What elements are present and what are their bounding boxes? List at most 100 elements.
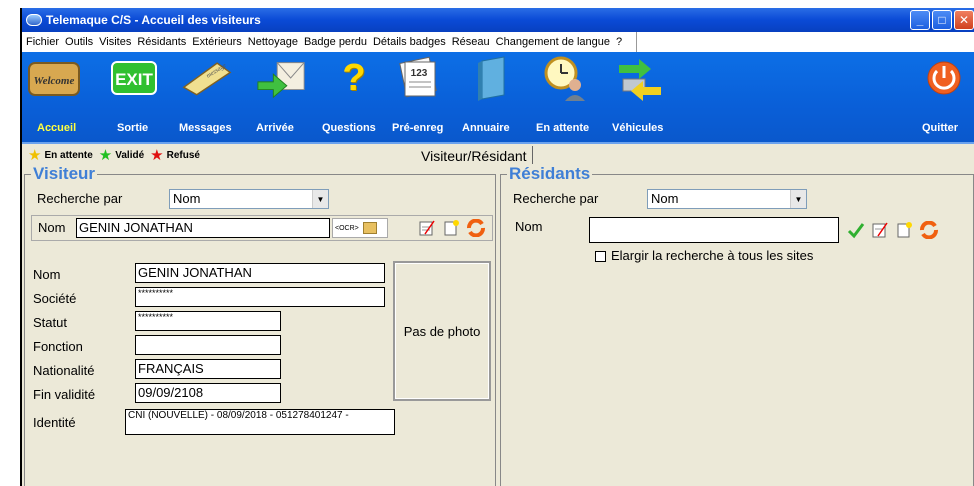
field-identite-input[interactable]: CNI (NOUVELLE) - 08/09/2018 - 0512784012… bbox=[125, 409, 395, 435]
window-title: Telemaque C/S - Accueil des visiteurs bbox=[46, 13, 261, 27]
legend-attente: En attente bbox=[44, 149, 93, 161]
validate-check-icon[interactable] bbox=[845, 219, 867, 241]
refresh-icon[interactable] bbox=[464, 218, 488, 238]
ocr-button[interactable]: <OCR> bbox=[332, 218, 388, 238]
welcome-text: Welcome bbox=[34, 75, 75, 87]
preenreg-label: Pré-enreg bbox=[392, 122, 444, 134]
minimize-button[interactable]: _ bbox=[910, 10, 930, 30]
field-fonction-input[interactable] bbox=[135, 335, 281, 355]
visiteur-recherche-select[interactable]: Nom ▼ bbox=[169, 189, 329, 209]
arrivee-button[interactable]: Arrivée bbox=[256, 54, 308, 134]
residants-nom-label: Nom bbox=[515, 219, 543, 234]
field-nom-input[interactable]: GENIN JONATHAN bbox=[135, 263, 385, 283]
vehicules-label: Véhicules bbox=[612, 122, 664, 134]
elargir-checkbox[interactable] bbox=[595, 251, 606, 262]
field-societe-label: Société bbox=[33, 291, 77, 306]
tab-visiteur-residant[interactable]: Visiteur/Résidant bbox=[416, 146, 533, 166]
field-nationalite-input[interactable]: FRANÇAIS bbox=[135, 359, 281, 379]
menu-item-8[interactable]: Réseau bbox=[452, 36, 490, 48]
arrivee-label: Arrivée bbox=[256, 122, 294, 134]
menu-item-4[interactable]: Extérieurs bbox=[192, 36, 242, 48]
visiteur-nom-input[interactable]: GENIN JONATHAN bbox=[76, 218, 330, 238]
elargir-label: Elargir la recherche à tous les sites bbox=[611, 248, 814, 263]
enattente-button[interactable]: En attente bbox=[536, 54, 590, 134]
new-document-icon[interactable] bbox=[440, 218, 462, 238]
menu-item-10[interactable]: ? bbox=[616, 36, 622, 48]
visiteur-recherche-value: Nom bbox=[173, 191, 201, 206]
legend-refuse: Refusé bbox=[166, 149, 200, 161]
menu-item-3[interactable]: Résidants bbox=[137, 36, 186, 48]
menu-item-1[interactable]: Outils bbox=[65, 36, 93, 48]
message-icon: message bbox=[180, 54, 232, 102]
sortie-button[interactable]: EXIT Sortie bbox=[108, 54, 160, 134]
ocr-label: <OCR> bbox=[335, 224, 359, 232]
refresh-icon[interactable] bbox=[917, 219, 941, 241]
messages-label: Messages bbox=[179, 122, 232, 134]
field-fin-input[interactable]: 09/09/2108 bbox=[135, 383, 281, 403]
tab-bar: Visiteur/Résidant bbox=[416, 144, 533, 166]
accueil-button[interactable]: Welcome Accueil bbox=[28, 54, 80, 134]
menu-item-0[interactable]: Fichier bbox=[26, 36, 59, 48]
enattente-label: En attente bbox=[536, 122, 590, 134]
questions-label: Questions bbox=[322, 122, 376, 134]
field-identite-label: Identité bbox=[33, 415, 76, 430]
svg-text:123: 123 bbox=[411, 68, 428, 79]
power-icon bbox=[918, 54, 970, 102]
exit-icon: EXIT bbox=[108, 54, 160, 102]
menu-item-9[interactable]: Changement de langue bbox=[496, 36, 610, 48]
menu-item-7[interactable]: Détails badges bbox=[373, 36, 446, 48]
preregister-icon: 123 bbox=[392, 54, 444, 102]
chevron-down-icon[interactable]: ▼ bbox=[312, 190, 328, 208]
residants-panel: Résidants Recherche par Nom ▼ Nom Elargi… bbox=[500, 164, 974, 486]
field-nationalite-label: Nationalité bbox=[33, 363, 95, 378]
menu-item-2[interactable]: Visites bbox=[99, 36, 131, 48]
residants-recherche-select[interactable]: Nom ▼ bbox=[647, 189, 807, 209]
annuaire-button[interactable]: Annuaire bbox=[462, 54, 520, 134]
quitter-label: Quitter bbox=[922, 122, 959, 134]
card-chip-icon bbox=[362, 222, 377, 234]
quitter-button[interactable]: Quitter bbox=[918, 54, 970, 134]
maximize-button[interactable]: □ bbox=[932, 10, 952, 30]
visiteur-nom-label: Nom bbox=[38, 220, 66, 235]
new-document-icon[interactable] bbox=[893, 219, 915, 241]
visiteur-panel: Visiteur Recherche par Nom ▼ Nom GENIN J… bbox=[24, 164, 496, 486]
menu-item-6[interactable]: Badge perdu bbox=[304, 36, 367, 48]
welcome-icon: Welcome bbox=[28, 54, 80, 102]
app-icon bbox=[26, 14, 42, 26]
edit-icon[interactable] bbox=[416, 218, 438, 238]
visiteur-title: Visiteur bbox=[31, 164, 98, 184]
star-yellow-icon: ★ bbox=[28, 147, 42, 164]
close-button[interactable]: ✕ bbox=[954, 10, 974, 30]
app-window: Telemaque C/S - Accueil des visiteurs _ … bbox=[20, 8, 974, 486]
field-societe-input[interactable]: ********** bbox=[135, 287, 385, 307]
questions-button[interactable]: ? Questions bbox=[322, 54, 380, 135]
annuaire-label: Annuaire bbox=[462, 122, 510, 134]
toolbar: Welcome Accueil EXIT Sortie message Mess… bbox=[22, 52, 974, 144]
accueil-label: Accueil bbox=[37, 122, 77, 134]
photo-placeholder[interactable]: Pas de photo bbox=[393, 261, 491, 401]
waiting-clock-icon bbox=[538, 54, 590, 102]
field-nom-label: Nom bbox=[33, 267, 61, 282]
field-statut-input[interactable]: ********** bbox=[135, 311, 281, 331]
field-fonction-label: Fonction bbox=[33, 339, 83, 354]
sortie-label: Sortie bbox=[117, 122, 149, 134]
residants-title: Résidants bbox=[507, 164, 593, 184]
field-statut-label: Statut bbox=[33, 315, 67, 330]
menu-item-5[interactable]: Nettoyage bbox=[248, 36, 298, 48]
residants-recherche-label: Recherche par bbox=[513, 191, 599, 206]
exit-text: EXIT bbox=[115, 70, 153, 89]
visiteur-search-row: Nom GENIN JONATHAN <OCR> bbox=[31, 215, 493, 241]
star-red-icon: ★ bbox=[150, 147, 164, 164]
photo-label: Pas de photo bbox=[403, 323, 481, 339]
edit-icon[interactable] bbox=[869, 219, 891, 241]
messages-button[interactable]: message Messages bbox=[179, 54, 232, 134]
residants-nom-input[interactable] bbox=[589, 217, 839, 243]
legend-valide: Validé bbox=[115, 149, 145, 161]
visiteur-recherche-label: Recherche par bbox=[37, 191, 123, 206]
vehicules-button[interactable]: Véhicules bbox=[612, 54, 666, 134]
star-green-icon: ★ bbox=[98, 147, 113, 164]
menu-bar: Fichier Outils Visites Résidants Extérieurs N… bbox=[22, 32, 974, 52]
preenreg-button[interactable]: 123 Pré-enreg bbox=[392, 54, 444, 134]
chevron-down-icon[interactable]: ▼ bbox=[790, 190, 806, 208]
question-icon: ? bbox=[342, 56, 366, 99]
